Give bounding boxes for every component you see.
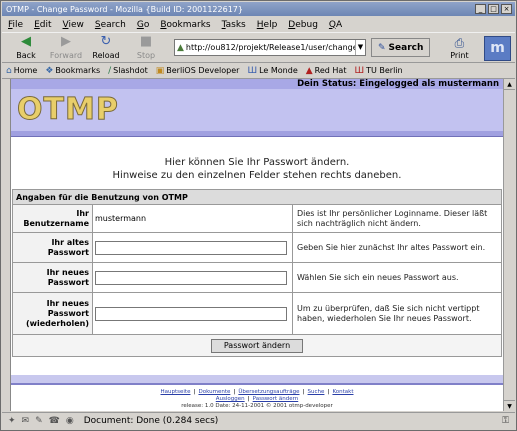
chat-icon[interactable]: ◉	[66, 416, 74, 426]
berlios-icon: ▣	[155, 65, 165, 76]
menu-bar: File Edit View Search Go Bookmarks Tasks…	[2, 17, 515, 32]
old-password-hint: Geben Sie hier zunächst Ihr altes Passwo…	[292, 232, 502, 263]
menu-go[interactable]: Go	[137, 20, 150, 30]
url-text[interactable]: http://ou812/projekt/Release1/user/chang…	[186, 43, 355, 52]
footer-band	[11, 375, 503, 383]
footer-link-kontakt[interactable]: Kontakt	[332, 389, 353, 395]
repeat-password-input[interactable]	[95, 306, 287, 321]
personal-lemonde[interactable]: Ш Le Monde	[247, 66, 297, 76]
username-label: Ihr Benutzername	[12, 204, 93, 233]
navigation-toolbar: ◀ Back ▶ Forward ↻ Reload ■ Stop ▲ http:…	[2, 32, 515, 63]
change-password-button[interactable]: Passwort ändern	[210, 338, 304, 353]
stop-icon: ■	[139, 34, 153, 49]
reload-icon: ↻	[100, 34, 112, 49]
maximize-button[interactable]: □	[488, 4, 499, 14]
minimize-button[interactable]: _	[475, 4, 486, 14]
page-icon: ▲	[177, 42, 184, 53]
menu-file[interactable]: File	[8, 20, 23, 30]
old-password-input[interactable]	[95, 240, 287, 255]
personal-bookmarks[interactable]: ❖ Bookmarks	[45, 66, 100, 76]
footer-meta: release: 1.0 Date: 24-11-2001 © 2001 otm…	[181, 403, 333, 409]
back-button[interactable]: ◀ Back	[6, 34, 46, 61]
username-hint: Dies ist Ihr persönlicher Loginname. Die…	[292, 204, 502, 233]
form-header: Angaben für die Benutzung von OTMP	[12, 189, 502, 205]
repeat-password-hint: Um zu überprüfen, daß Sie sich nicht ver…	[292, 292, 502, 335]
print-button[interactable]: ⎙ Print	[442, 36, 476, 60]
status-text: Document: Done (0.284 secs)	[83, 416, 219, 426]
mail-icon[interactable]: ✉	[22, 416, 30, 426]
personal-home[interactable]: ⌂ Home	[6, 66, 37, 76]
scroll-down-icon[interactable]: ▼	[504, 400, 515, 411]
logo-bar: OTMP	[11, 89, 503, 131]
search-icon: ✎	[378, 42, 386, 53]
personal-redhat[interactable]: ▲ Red Hat	[306, 66, 347, 76]
url-bar[interactable]: ▲ http://ou812/projekt/Release1/user/cha…	[174, 39, 366, 56]
footer-link-suche[interactable]: Suche	[308, 389, 325, 395]
personal-tuberlin[interactable]: Ш TU Berlin	[354, 66, 402, 76]
footer-link-passwort[interactable]: Passwort ändern	[253, 396, 299, 402]
vertical-scrollbar[interactable]: ▲ ▼	[503, 79, 515, 411]
new-password-input[interactable]	[95, 270, 287, 285]
title-bar: OTMP - Change Password - Mozilla {Build …	[2, 2, 515, 16]
menu-bookmarks[interactable]: Bookmarks	[160, 20, 210, 30]
navigator-icon[interactable]: ✦	[8, 416, 16, 426]
personal-berlios[interactable]: ▣ BerliOS Developer	[156, 66, 240, 76]
form-row-new-password: Ihr neues Passwort Wählen Sie sich ein n…	[12, 262, 502, 293]
slashdot-icon: /	[108, 65, 112, 76]
address-book-icon[interactable]: ☎	[49, 416, 60, 426]
search-button[interactable]: ✎ Search	[371, 38, 431, 57]
scroll-up-icon[interactable]: ▲	[504, 79, 515, 90]
browser-window: OTMP - Change Password - Mozilla {Build …	[0, 0, 517, 431]
form-row-username: Ihr Benutzername mustermann Dies ist Ihr…	[12, 204, 502, 233]
menu-view[interactable]: View	[63, 20, 84, 30]
page-footer: Hauptseite | Dokumente | Übersetzungsaufträg…	[11, 389, 503, 410]
personal-toolbar: ⌂ Home ❖ Bookmarks / Slashdot ▣ BerliOS …	[2, 63, 515, 79]
new-password-label: Ihr neues Passwort	[12, 262, 93, 293]
close-button[interactable]: ×	[501, 4, 512, 14]
mozilla-throbber-icon[interactable]: m	[484, 36, 511, 61]
personal-slashdot[interactable]: / Slashdot	[108, 66, 148, 76]
form-row-old-password: Ihr altes Passwort Geben Sie hier zunäch…	[12, 232, 502, 263]
repeat-password-label: Ihr neues Passwort (wiederholen)	[12, 292, 93, 335]
password-form: Angaben für die Benutzung von OTMP Ihr B…	[12, 189, 502, 357]
form-row-repeat-password: Ihr neues Passwort (wiederholen) Um zu ü…	[12, 292, 502, 335]
menu-edit[interactable]: Edit	[34, 20, 51, 30]
header-stripe	[11, 131, 503, 137]
username-value: mustermann	[92, 204, 293, 233]
footer-link-ausloggen[interactable]: Ausloggen	[216, 396, 245, 402]
menu-tasks[interactable]: Tasks	[222, 20, 246, 30]
redhat-icon: ▲	[305, 65, 313, 76]
old-password-label: Ihr altes Passwort	[12, 232, 93, 263]
tuberlin-icon: Ш	[354, 65, 365, 76]
printer-icon: ⎙	[454, 35, 465, 50]
menu-qa[interactable]: QA	[329, 20, 342, 30]
home-icon: ⌂	[6, 65, 12, 76]
new-password-hint: Wählen Sie sich ein neues Passwort aus.	[292, 262, 502, 293]
bookmarks-icon: ❖	[45, 65, 54, 76]
otmp-logo: OTMP	[17, 92, 119, 128]
footer-link-hauptseite[interactable]: Hauptseite	[161, 389, 191, 395]
menu-debug[interactable]: Debug	[288, 20, 318, 30]
page-content: Dein Status: Eingelogged als mustermann …	[10, 79, 503, 411]
intro-text: Hier können Sie Ihr Passwort ändern. Hin…	[112, 157, 402, 181]
status-bar: ✦ ✉ ✎ ☎ ◉ Document: Done (0.284 secs) ⚿	[2, 412, 515, 429]
footer-link-uebersetzungen[interactable]: Übersetzungsaufträge	[238, 389, 299, 395]
lemonde-icon: Ш	[247, 65, 258, 76]
reload-button[interactable]: ↻ Reload	[86, 34, 126, 61]
footer-stripe	[11, 383, 503, 385]
footer-link-dokumente[interactable]: Dokumente	[198, 389, 230, 395]
window-title: OTMP - Change Password - Mozilla {Build …	[6, 4, 243, 14]
menu-search[interactable]: Search	[95, 20, 126, 30]
forward-button[interactable]: ▶ Forward	[46, 34, 86, 61]
url-dropdown-icon[interactable]: ▼	[355, 40, 365, 55]
back-arrow-icon: ◀	[21, 34, 31, 49]
security-lock-icon[interactable]: ⚿	[502, 416, 509, 426]
login-status-banner: Dein Status: Eingelogged als mustermann	[11, 79, 503, 89]
composer-icon[interactable]: ✎	[35, 416, 43, 426]
menu-help[interactable]: Help	[257, 20, 278, 30]
stop-button[interactable]: ■ Stop	[126, 34, 166, 61]
forward-arrow-icon: ▶	[61, 34, 71, 49]
